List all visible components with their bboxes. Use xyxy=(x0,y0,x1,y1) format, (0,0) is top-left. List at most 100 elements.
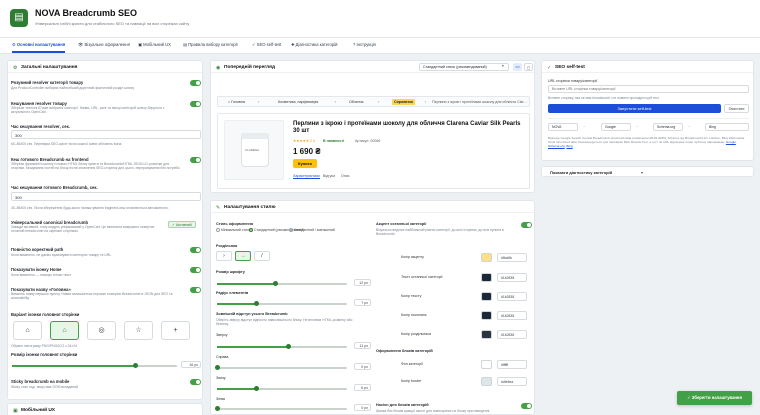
schema-link[interactable]: Schema.org xyxy=(548,144,565,148)
save-settings-button[interactable]: ✓ Зберегти налаштування xyxy=(677,391,752,405)
font-size-value[interactable]: 12 px xyxy=(354,279,371,286)
clear-button[interactable]: Очистити xyxy=(724,104,749,113)
cache-time-label: Час кешування resolver, сек. xyxy=(11,124,70,129)
tab-seo-self-test[interactable]: ✓ SEO self-test xyxy=(252,42,281,47)
style-option-contrast[interactable]: Контрастний / зменшений xyxy=(289,228,335,233)
run-self-test-button[interactable]: Запустити self-test xyxy=(548,104,721,113)
color-swatch[interactable] xyxy=(481,253,492,262)
icon-size-value[interactable]: 16 px xyxy=(181,361,201,368)
color-swatch[interactable] xyxy=(481,292,492,301)
breadcrumb-separator: › xyxy=(378,100,380,104)
breadcrumb-item[interactable]: ⌂ Головна xyxy=(228,100,245,104)
home-icon-toggle[interactable] xyxy=(190,267,201,273)
margin-left-value[interactable]: 0 px xyxy=(354,404,371,411)
breadcrumb-item[interactable]: Обличчя xyxy=(349,100,364,104)
breadcrumb-preview: ⌂ Головна › Косметика, парфюмерія › Обли… xyxy=(217,96,530,107)
shadow-toggle[interactable] xyxy=(521,403,532,409)
home-variant-house-outline[interactable]: ⌂ xyxy=(13,321,42,340)
font-size-slider[interactable] xyxy=(217,281,347,286)
home-variant-star[interactable]: ☆ xyxy=(124,321,153,340)
color-swatch[interactable] xyxy=(481,330,492,339)
home-variant-house-filled[interactable]: ⌂ xyxy=(50,321,79,340)
mobile-view-icon[interactable]: ▯ xyxy=(524,63,533,71)
home-variant-circle[interactable]: ◎ xyxy=(87,321,116,340)
sticky-toggle[interactable] xyxy=(190,379,201,385)
engine-select[interactable]: NOVA xyxy=(548,123,578,131)
fullpath-hint: Коли вимкнено, не даємо враховувати кате… xyxy=(11,253,113,257)
google-link[interactable]: Google xyxy=(726,140,736,144)
tab-description[interactable]: Опис xyxy=(341,174,350,178)
bing-link[interactable]: Bing xyxy=(566,144,572,148)
color-hex-input[interactable]: #1b2838 xyxy=(497,330,527,339)
url-input[interactable] xyxy=(548,85,749,93)
desktop-view-icon[interactable]: ▭ xyxy=(513,63,522,71)
tab-general[interactable]: ⚙ Основні налаштування xyxy=(12,42,66,53)
last-cat-toggle[interactable] xyxy=(521,222,532,228)
margin-bottom-slider[interactable] xyxy=(217,386,347,391)
radius-value[interactable]: 7 px xyxy=(354,299,371,306)
color-hex-input[interactable]: #1b2838 xyxy=(497,311,527,320)
color-hex-input[interactable]: #ffcd6b xyxy=(497,253,527,262)
blocks-title: Оформлення блоків категорій xyxy=(376,349,433,353)
separator-option-selected[interactable]: → xyxy=(235,251,251,261)
tab-reviews[interactable]: Відгуки xyxy=(323,174,335,178)
cache-hint: Зберігає технічні ID вже вибраної катего… xyxy=(11,106,165,115)
resolver-toggle[interactable] xyxy=(190,80,201,86)
tab-diagnostics[interactable]: ✚ Діагностика категорій xyxy=(291,42,337,47)
block-color-label: Фон категорії xyxy=(401,362,423,366)
cache-time-input[interactable]: 300 xyxy=(11,130,201,139)
diagnostics-panel[interactable]: Показати діагностику категорій ▾ xyxy=(541,166,754,177)
panel-title: SEO self-test xyxy=(555,65,585,70)
style-option-minimal[interactable]: Мінімальний стиль xyxy=(216,228,251,233)
icon-size-slider[interactable] xyxy=(12,363,177,368)
color-hex-input[interactable]: #1b2838 xyxy=(497,292,527,301)
separator-option[interactable]: / xyxy=(254,251,270,261)
tab-instructions[interactable]: ? Інструкція xyxy=(353,42,376,47)
margin-top-value[interactable]: 11 px xyxy=(354,342,371,349)
margin-right-value[interactable]: 0 px xyxy=(354,363,371,370)
color-swatch[interactable] xyxy=(481,273,492,282)
color-hex-input[interactable]: #dfe6ea xyxy=(497,377,527,386)
tab-characteristics[interactable]: Характеристики xyxy=(293,174,320,179)
html-cache-toggle[interactable] xyxy=(190,157,201,163)
radius-slider[interactable] xyxy=(217,301,347,306)
margin-left-slider[interactable] xyxy=(214,406,347,411)
style-label: Стиль оформлення xyxy=(216,222,254,226)
tab-category-rules[interactable]: ▤ Правила вибору категорії xyxy=(183,42,238,47)
diagnostics-toggle-label[interactable]: Показати діагностику категорій xyxy=(550,170,612,175)
margin-top-slider[interactable] xyxy=(217,344,347,349)
home-name-toggle[interactable] xyxy=(190,287,201,293)
color-swatch[interactable] xyxy=(481,311,492,320)
margin-left-label: Зліва xyxy=(216,397,225,401)
fullpath-toggle[interactable] xyxy=(190,247,201,253)
sticky-label: Sticky breadcrumb на mobile xyxy=(11,379,70,384)
color-swatch[interactable] xyxy=(481,377,492,386)
general-settings-panel: ⚙ Загальні налаштування Розумний resolve… xyxy=(7,60,203,400)
chevron-down-icon: ▾ xyxy=(641,169,644,175)
spacing-hint: Оберіть зверху відступ відносно навколиш… xyxy=(216,318,353,327)
home-variant-add[interactable]: + xyxy=(161,321,190,340)
engine-select[interactable]: Bing xyxy=(705,123,749,131)
buy-button[interactable]: Купити xyxy=(293,159,317,168)
jar-label: CLARENA xyxy=(245,148,260,152)
color-label: Текст останньої категорії xyxy=(401,275,443,279)
cache-toggle[interactable] xyxy=(190,101,201,107)
style-select[interactable]: Стандартний стиль (рекомендований) xyxy=(419,63,509,71)
html-cache-time-input[interactable]: 300 xyxy=(11,192,201,201)
tab-visual[interactable]: 👁 Візуальне оформлення xyxy=(78,42,130,48)
mobile-ux-panel: ▣ Мобільний UX xyxy=(7,403,203,415)
app-subtitle: Універсальні хлібні крихти для стабільно… xyxy=(35,21,190,26)
color-hex-input[interactable]: #ffffff xyxy=(497,360,527,369)
engine-select[interactable]: Google xyxy=(601,123,631,131)
color-hex-input[interactable]: #1b2838 xyxy=(497,273,527,282)
breadcrumb-item[interactable]: Косметика, парфюмерія xyxy=(278,100,318,104)
margin-right-slider[interactable] xyxy=(214,365,347,370)
margin-bottom-value[interactable]: 6 px xyxy=(354,384,371,391)
engine-select[interactable]: Schema.org xyxy=(653,123,683,131)
panel-title: Налаштування стилю xyxy=(224,205,276,210)
separator-option[interactable]: › xyxy=(216,251,232,261)
breadcrumb-current-category[interactable]: Сироватка xyxy=(392,98,415,105)
tab-mobile[interactable]: ▣ Мобільний UX xyxy=(138,42,171,47)
color-swatch[interactable] xyxy=(481,360,492,369)
breadcrumb-separator: › xyxy=(335,100,337,104)
